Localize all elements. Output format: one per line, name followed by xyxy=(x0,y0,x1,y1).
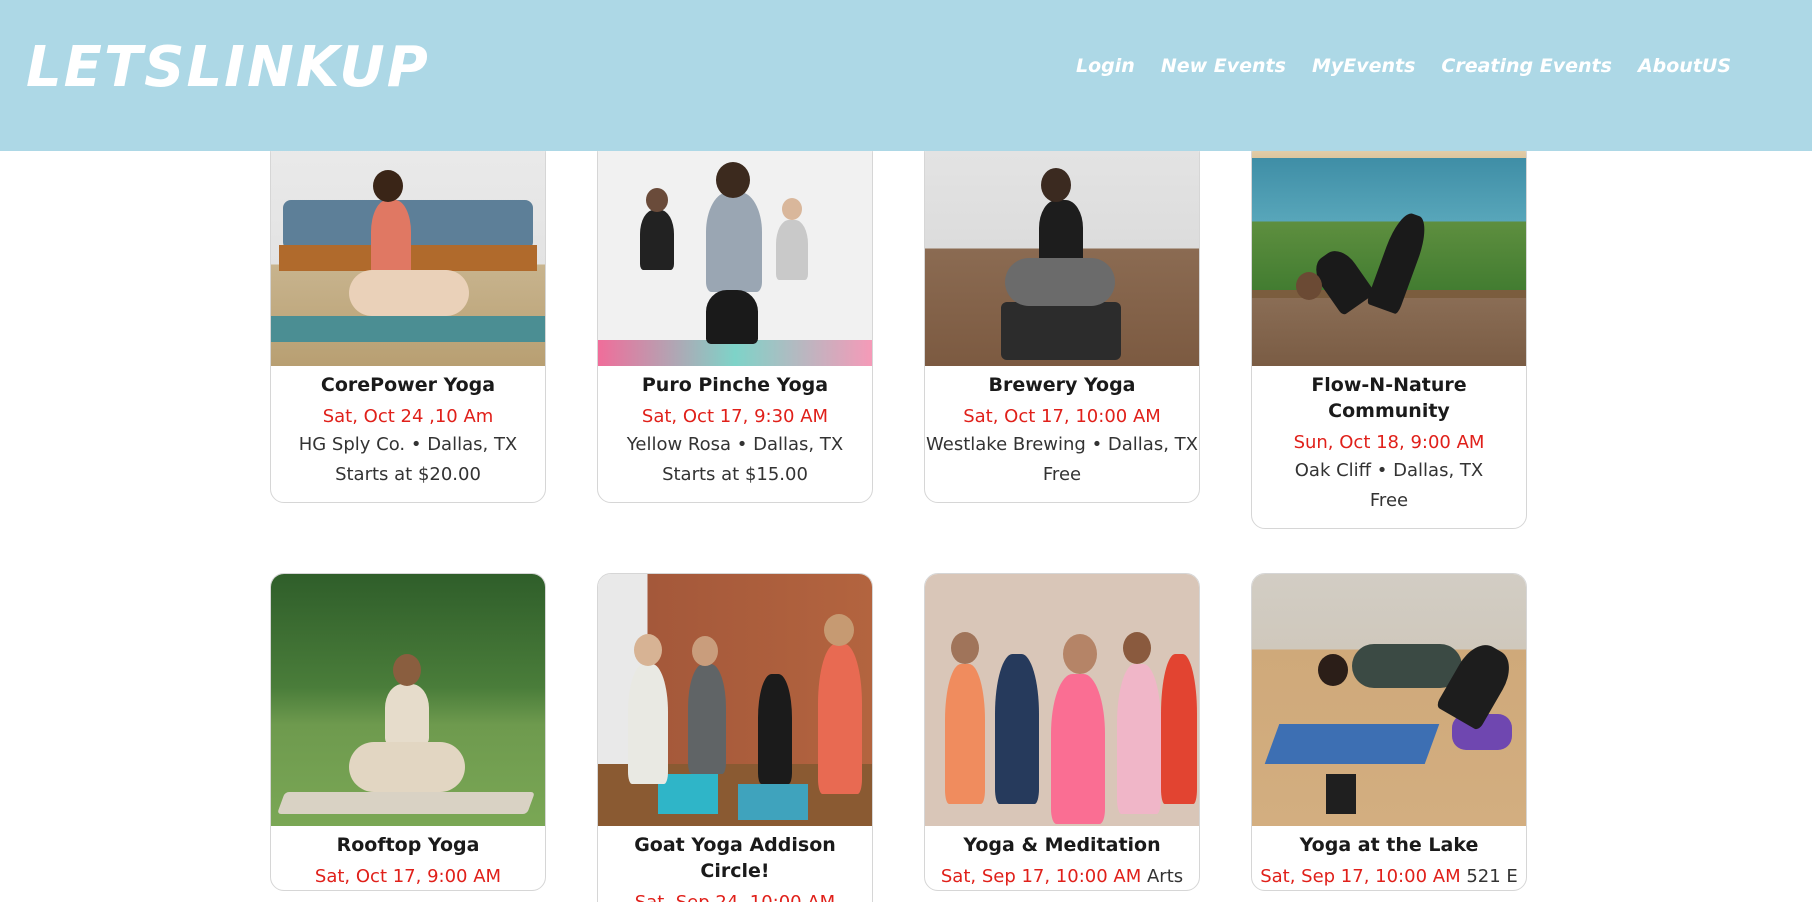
event-date-text: Sat, Sep 24, 10:00 AM xyxy=(635,892,835,902)
event-image xyxy=(598,140,872,366)
event-card[interactable]: Puro Pinche Yoga Sat, Oct 17, 9:30 AM Ye… xyxy=(597,139,873,503)
event-venue-inline: Arts xyxy=(1146,866,1184,887)
event-date: Sat, Oct 17, 10:00 AM xyxy=(963,406,1161,427)
nav-about-us[interactable]: AboutUS xyxy=(1638,52,1731,80)
site-logo[interactable]: LETSLINKUP xyxy=(26,36,430,100)
event-date: Sat, Sep 24, 10:00 AM xyxy=(598,890,872,902)
event-card[interactable]: Flow-N-Nature Community Sun, Oct 18, 9:0… xyxy=(1251,139,1527,529)
event-title: Brewery Yoga xyxy=(988,374,1136,396)
event-venue-inline: 521 E xyxy=(1466,866,1518,887)
event-date: Sat, Sep 17, 10:00 AM Arts xyxy=(925,864,1199,890)
event-price: Starts at $20.00 xyxy=(335,464,481,485)
event-card[interactable]: Goat Yoga Addison Circle! Sat, Sep 24, 1… xyxy=(597,573,873,902)
event-card[interactable]: Yoga at the Lake Sat, Sep 17, 10:00 AM 5… xyxy=(1251,573,1527,891)
event-date: Sat, Sep 17, 10:00 AM 521 E xyxy=(1252,864,1526,890)
event-title: Flow-N-Nature Community xyxy=(1311,374,1467,422)
event-card[interactable]: Yoga & Meditation Sat, Sep 17, 10:00 AM … xyxy=(924,573,1200,891)
nav-login[interactable]: Login xyxy=(1076,52,1135,80)
event-image xyxy=(598,574,872,826)
event-title: CorePower Yoga xyxy=(320,374,496,396)
event-title: Puro Pinche Yoga xyxy=(641,374,829,396)
nav-creating-events[interactable]: Creating Events xyxy=(1441,52,1612,80)
event-date-text: Sat, Oct 17, 9:00 AM xyxy=(314,866,502,887)
event-image xyxy=(271,574,545,826)
event-location: HG Sply Co. • Dallas, TX xyxy=(298,434,518,455)
event-date: Sat, Oct 17, 9:00 AM xyxy=(271,864,545,890)
event-title: Yoga & Meditation xyxy=(963,834,1161,856)
event-image xyxy=(925,140,1199,366)
event-date: Sat, Oct 17, 9:30 AM xyxy=(641,406,829,427)
event-date: Sat, Oct 24 ,10 Am xyxy=(322,406,494,427)
event-card[interactable]: Rooftop Yoga Sat, Oct 17, 9:00 AM xyxy=(270,573,546,891)
event-title: Rooftop Yoga xyxy=(336,834,480,856)
event-location: Westlake Brewing • Dallas, TX xyxy=(926,434,1198,455)
nav-new-events[interactable]: New Events xyxy=(1161,52,1286,80)
event-location: Oak Cliff • Dallas, TX xyxy=(1294,460,1484,481)
event-price: Starts at $15.00 xyxy=(662,464,808,485)
event-date-text: Sat, Sep 17, 10:00 AM xyxy=(1260,866,1461,887)
event-image xyxy=(271,140,545,366)
event-price: Free xyxy=(1042,464,1082,485)
event-price: Free xyxy=(1369,490,1409,511)
main-nav: Login New Events MyEvents Creating Event… xyxy=(1076,52,1731,80)
event-title: Yoga at the Lake xyxy=(1299,834,1479,856)
event-date-text: Sat, Sep 17, 10:00 AM xyxy=(940,866,1142,887)
event-card[interactable]: Brewery Yoga Sat, Oct 17, 10:00 AM Westl… xyxy=(924,139,1200,503)
nav-my-events[interactable]: MyEvents xyxy=(1312,52,1415,80)
event-image xyxy=(925,574,1199,826)
event-image xyxy=(1252,574,1526,826)
page: LETSLINKUP Login New Events MyEvents Cre… xyxy=(0,0,1812,902)
event-title: Goat Yoga Addison Circle! xyxy=(634,834,836,882)
site-header: LETSLINKUP Login New Events MyEvents Cre… xyxy=(0,0,1812,151)
event-card[interactable]: CorePower Yoga Sat, Oct 24 ,10 Am HG Spl… xyxy=(270,139,546,503)
event-image xyxy=(1252,140,1526,366)
event-date: Sun, Oct 18, 9:00 AM xyxy=(1293,432,1485,453)
event-location: Yellow Rosa • Dallas, TX xyxy=(626,434,844,455)
